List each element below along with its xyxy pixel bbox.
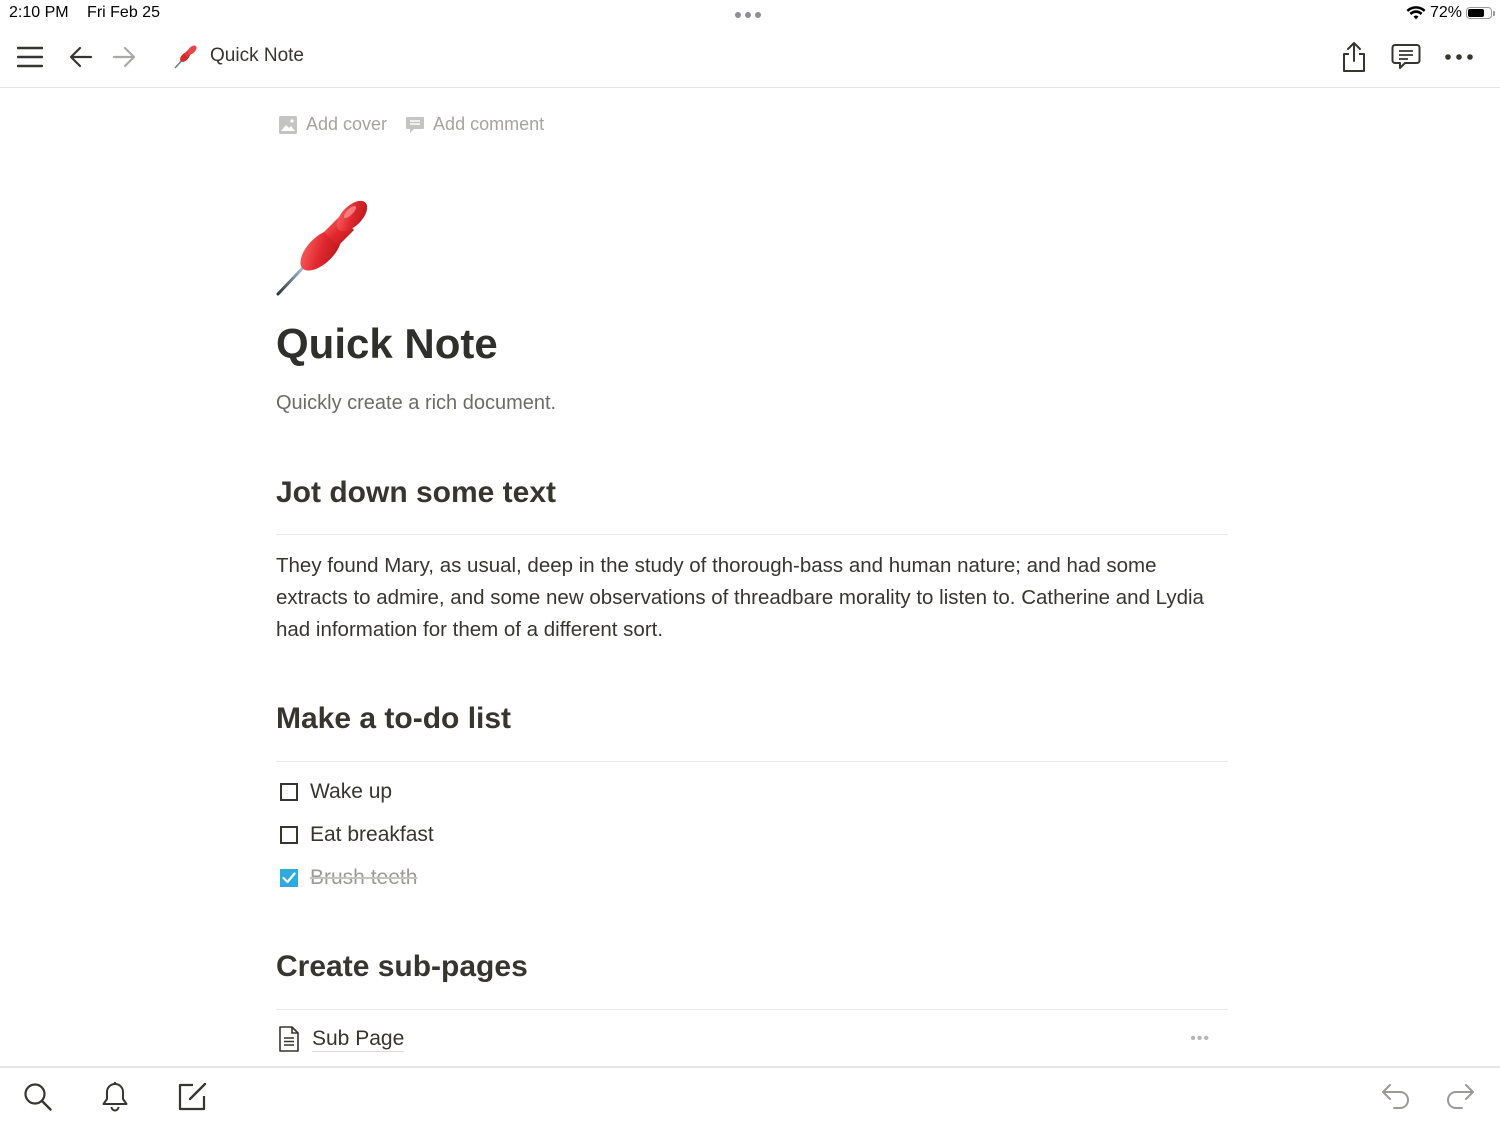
page-icon-pushpin[interactable] [276, 192, 380, 296]
new-page-icon[interactable] [175, 1080, 209, 1114]
menu-icon[interactable] [15, 42, 45, 72]
search-icon[interactable] [21, 1080, 55, 1114]
todo-item: Eat breakfast [280, 823, 434, 847]
battery-fill [1468, 9, 1484, 17]
bell-icon[interactable] [98, 1080, 132, 1114]
todo-checkbox[interactable] [280, 783, 298, 801]
page-document-icon [279, 1026, 299, 1052]
status-left: 2:10 PM Fri Feb 25 [9, 4, 160, 22]
status-time: 2:10 PM [9, 4, 69, 21]
sub-page-label[interactable]: Sub Page [312, 1027, 405, 1052]
page-description[interactable]: Quickly create a rich document. [276, 392, 556, 415]
todo-checkbox-checked[interactable] [280, 869, 298, 887]
todo-item: Brush teeth [280, 866, 417, 890]
top-nav-bar: Quick Note [0, 28, 1500, 88]
page-actions: Add cover Add comment [278, 114, 544, 135]
comment-bubble-icon [406, 116, 425, 133]
breadcrumb[interactable]: Quick Note [172, 42, 304, 70]
share-icon[interactable] [1339, 42, 1369, 72]
forward-arrow-icon[interactable] [109, 42, 139, 72]
add-comment-label: Add comment [433, 114, 545, 134]
todo-label[interactable]: Brush teeth [310, 866, 417, 890]
todo-label[interactable]: Wake up [310, 780, 392, 804]
todo-label[interactable]: Eat breakfast [310, 823, 434, 847]
heading-divider [276, 534, 1228, 535]
todo-item: Wake up [280, 780, 392, 804]
sub-page-link[interactable]: Sub Page ••• [278, 1026, 1228, 1052]
add-comment-button[interactable]: Add comment [405, 114, 544, 135]
bottom-toolbar [0, 1066, 1500, 1127]
sub-page-more-button[interactable]: ••• [1190, 1030, 1210, 1048]
heading-sub-pages[interactable]: Create sub-pages [276, 950, 1228, 984]
heading-divider [276, 761, 1228, 762]
heading-jot-down-text[interactable]: Jot down some text [276, 476, 1228, 510]
wifi-icon [1406, 6, 1426, 20]
todo-checkbox[interactable] [280, 826, 298, 844]
comment-icon[interactable] [1391, 42, 1421, 72]
back-arrow-icon[interactable] [66, 42, 96, 72]
pushpin-icon [174, 45, 197, 69]
image-icon [279, 115, 297, 134]
status-date: Fri Feb 25 [87, 4, 160, 21]
add-cover-label: Add cover [306, 114, 388, 134]
heading-todo-list[interactable]: Make a to-do list [276, 702, 1228, 736]
more-icon[interactable] [1444, 42, 1474, 72]
text-paragraph[interactable]: They found Mary, as usual, deep in the s… [276, 550, 1228, 646]
heading-divider [276, 1009, 1228, 1010]
breadcrumb-title: Quick Note [210, 45, 304, 66]
redo-icon[interactable] [1443, 1080, 1477, 1114]
status-right: 72% [1406, 4, 1495, 22]
status-bar: 2:10 PM Fri Feb 25 72% [0, 0, 1500, 28]
multitasking-dots[interactable] [735, 12, 761, 18]
battery-percent: 72% [1429, 4, 1462, 21]
checkmark-icon [282, 872, 296, 884]
undo-icon[interactable] [1379, 1080, 1413, 1114]
battery-icon [1466, 7, 1495, 19]
add-cover-button[interactable]: Add cover [278, 114, 387, 135]
page-title[interactable]: Quick Note [276, 320, 498, 368]
